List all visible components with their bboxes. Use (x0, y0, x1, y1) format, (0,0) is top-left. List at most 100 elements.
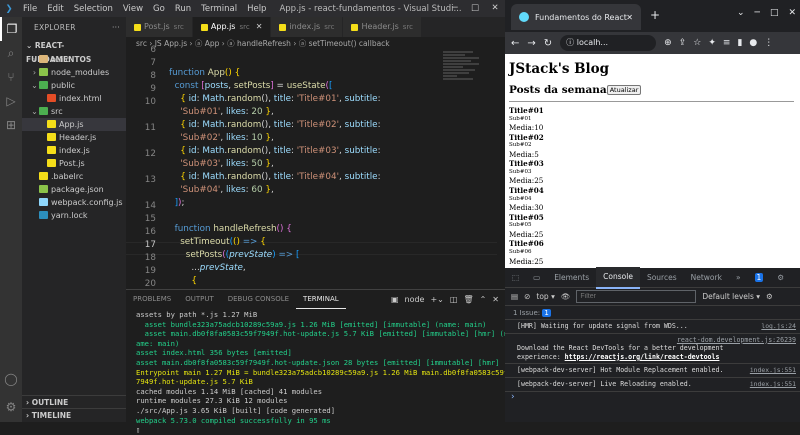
forward-icon[interactable]: → (527, 38, 535, 49)
explorer-icon[interactable]: ❐ (0, 17, 22, 41)
add-terminal-icon[interactable]: +⌄ (430, 295, 443, 304)
share-icon[interactable]: ⇪ (679, 38, 687, 48)
outline-section[interactable]: › OUTLINE (22, 395, 126, 408)
file-item[interactable]: Post.js (22, 157, 126, 170)
tab-console[interactable]: Console (596, 266, 640, 289)
console-prompt[interactable]: › (505, 392, 800, 402)
more-icon[interactable]: ··· (112, 17, 120, 39)
clear-console-icon[interactable]: ⊘ (524, 292, 530, 301)
account-icon[interactable]: ◯ (0, 367, 22, 391)
chevron-up-icon[interactable]: ⌃ (480, 295, 487, 304)
more-icon[interactable]: ⋮ (791, 268, 800, 288)
more-tabs-icon[interactable]: » (729, 268, 748, 288)
back-icon[interactable]: ← (511, 38, 519, 49)
menu-view[interactable]: View (118, 4, 148, 14)
gear-icon[interactable]: ⚙ (770, 268, 791, 288)
tab-problems[interactable]: PROBLEMS (126, 290, 178, 308)
file-item[interactable]: index.js (22, 144, 126, 157)
run-debug-icon[interactable]: ▷ (0, 89, 22, 113)
folder-item[interactable]: › node_modules (22, 66, 126, 79)
source-control-icon[interactable]: ⑂ (0, 65, 22, 89)
zoom-icon[interactable]: ⊕ (664, 38, 672, 48)
tab-sources[interactable]: Sources (640, 268, 684, 288)
menu-go[interactable]: Go (148, 4, 170, 14)
tab-debug-console[interactable]: DEBUG CONSOLE (221, 290, 296, 308)
extensions-icon[interactable]: ⊞ (0, 113, 22, 137)
maximize-icon[interactable]: □ (465, 0, 485, 17)
gear-icon[interactable]: ⚙ (0, 395, 22, 419)
file-item[interactable]: yarn.lock (22, 209, 126, 222)
eye-icon[interactable]: 👁 (561, 292, 571, 301)
react-devtools-link[interactable]: https://reactjs.org/link/react-devtools (565, 353, 720, 361)
issues-badge[interactable]: 1 (748, 268, 771, 288)
side-panel-icon[interactable]: ▮ (737, 38, 742, 48)
search-icon[interactable]: ⌕ (0, 41, 22, 65)
close-icon[interactable]: ✕ (485, 0, 505, 17)
close-tab-icon[interactable]: ✕ (626, 13, 633, 22)
tab-index-js[interactable]: index.js src (271, 17, 344, 37)
console-filter-input[interactable] (576, 290, 697, 303)
message-source-link[interactable]: react-dom.development.js:26239 (517, 336, 796, 345)
folder-item[interactable]: ⌄ src (22, 105, 126, 118)
menu-terminal[interactable]: Terminal (196, 4, 242, 14)
minimap[interactable] (443, 50, 483, 110)
menu-edit[interactable]: Edit (42, 4, 68, 14)
terminal-output[interactable]: assets by path *.js 1.27 MiB asset bundl… (126, 308, 505, 435)
device-toolbar-icon[interactable]: ▭ (526, 268, 547, 288)
menu-selection[interactable]: Selection (69, 4, 118, 14)
file-item[interactable]: index.html (22, 92, 126, 105)
address-bar[interactable]: ⓘ localh... (560, 35, 657, 51)
tab-header-js[interactable]: Header.js src (343, 17, 423, 37)
folder-item[interactable]: › build (22, 53, 126, 66)
new-tab-icon[interactable]: + (650, 8, 660, 22)
message-source-link[interactable]: index.js:551 (750, 366, 796, 375)
minimize-icon[interactable]: ─ (445, 0, 465, 17)
inspect-icon[interactable]: ⬚ (505, 268, 526, 288)
file-item[interactable]: package.json (22, 183, 126, 196)
tab-post-js[interactable]: Post.js src (126, 17, 193, 37)
editor-scrollbar[interactable] (497, 50, 505, 289)
timeline-section[interactable]: › TIMELINE (22, 408, 126, 421)
close-tab-icon[interactable]: ✕ (256, 17, 263, 37)
workspace-root[interactable]: ⌄ REACT-FUNDAMENTOS (22, 39, 126, 64)
sidebar-toggle-icon[interactable]: ▤ (511, 292, 518, 301)
message-source-link[interactable]: index.js:551 (750, 380, 796, 389)
star-icon[interactable]: ☆ (693, 38, 701, 48)
file-item[interactable]: .babelrc (22, 170, 126, 183)
file-item[interactable]: Header.js (22, 131, 126, 144)
file-item[interactable]: App.js (22, 118, 126, 131)
tab-output[interactable]: OUTPUT (178, 290, 221, 308)
menu-file[interactable]: File (18, 4, 42, 14)
minimize-icon[interactable]: ─ (755, 8, 760, 18)
more-icon[interactable]: ⋮ (764, 38, 773, 48)
reload-icon[interactable]: ↻ (544, 38, 552, 49)
log-levels-dropdown[interactable]: Default levels ▾ (702, 292, 760, 301)
terminal-shell-label[interactable]: node (405, 295, 425, 304)
tab-terminal[interactable]: TERMINAL (296, 290, 346, 309)
extensions-icon[interactable]: ✦ (708, 38, 716, 48)
gear-icon[interactable]: ⚙ (766, 292, 773, 301)
close-panel-icon[interactable]: ✕ (492, 295, 499, 304)
close-icon[interactable]: ✕ (788, 8, 796, 18)
refresh-button[interactable]: Atualizar (606, 85, 642, 95)
split-terminal-icon[interactable]: ◫ (450, 295, 458, 304)
tab-network[interactable]: Network (684, 268, 729, 288)
avatar[interactable]: ● (749, 38, 757, 48)
tab-app-js[interactable]: App.js src ✕ (192, 17, 272, 37)
issues-bar[interactable]: 1 Issue: 1 (505, 306, 800, 320)
menu-help[interactable]: Help (242, 4, 271, 14)
message-source-link[interactable]: log.js:24 (761, 322, 796, 331)
tab-elements[interactable]: Elements (547, 268, 596, 288)
code-line: ]); (174, 198, 185, 208)
browser-tab[interactable]: Fundamentos do React ✕ (511, 4, 641, 30)
trash-icon[interactable]: 🗑 (463, 295, 473, 304)
chevron-down-icon[interactable]: ⌄ (737, 8, 745, 18)
breadcrumb[interactable]: src › JS App.js › ⓐ App › ⓐ handleRefres… (126, 37, 505, 50)
folder-item[interactable]: ⌄ public (22, 79, 126, 92)
menu-run[interactable]: Run (170, 4, 196, 14)
file-item[interactable]: webpack.config.js (22, 196, 126, 209)
folder-icon (39, 68, 48, 76)
maximize-icon[interactable]: □ (770, 8, 779, 18)
context-selector[interactable]: top ▾ (536, 292, 554, 301)
reading-list-icon[interactable]: ≡ (723, 38, 731, 48)
